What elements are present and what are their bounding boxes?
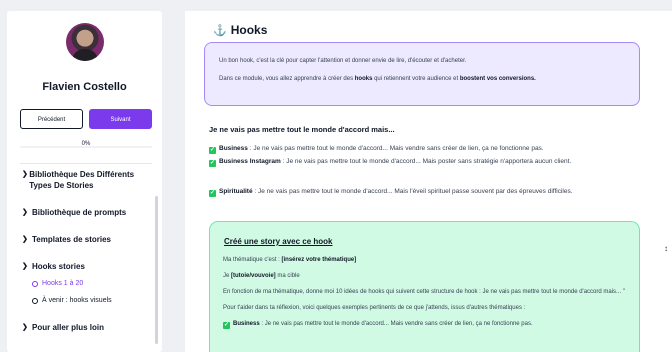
prompt-line-business: ✓ Business : Je ne vais pas mettre tout l…	[223, 321, 533, 329]
sidebar-scrollbar[interactable]	[155, 196, 158, 344]
story-prompt-callout: Créé une story avec ce hook Ma thématiqu…	[209, 221, 640, 352]
prompt-line-theme: Ma thématique c'est : [insérez votre thé…	[223, 257, 357, 263]
intro-paragraph-1: Un bon hook, c'est la clé pour capter l'…	[219, 58, 467, 64]
chevron-down-icon: ❯	[22, 209, 28, 216]
prompt-line-instructions: En fonction de ma thématique, donne moi …	[223, 289, 625, 295]
check-icon: ✓	[223, 322, 230, 329]
progress-text: 0%	[81, 141, 91, 147]
sidebar-item-templates[interactable]: ❯ Templates de stories	[22, 234, 111, 245]
prompt-line-examples: Pour t'aider dans ta réflexion, voici qu…	[223, 305, 526, 311]
sidebar-subitem-label: À venir : hooks visuels	[42, 297, 112, 304]
page-title: ⚓ Hooks	[213, 23, 267, 37]
list-item: ✓ Spiritualité : Je ne vais pas mettre to…	[209, 188, 573, 197]
intro-callout: Un bon hook, c'est la clé pour capter l'…	[204, 42, 640, 106]
previous-button[interactable]: Précédent	[20, 109, 83, 129]
chevron-down-icon: ❯	[22, 324, 28, 331]
story-title: Créé une story avec ce hook	[224, 237, 333, 246]
list-item: ✓ Business : Je ne vais pas mettre tout l…	[209, 145, 544, 154]
check-icon: ✓	[209, 147, 216, 154]
check-icon: ✓	[209, 190, 216, 197]
sidebar-item-label: Pour aller plus loin	[32, 323, 105, 332]
sidebar-item-label: Bibliothèque de prompts	[32, 208, 127, 217]
sidebar-subitem-hooks-visuels[interactable]: À venir : hooks visuels	[32, 297, 112, 304]
sidebar-item-bibliotheque-types[interactable]: ❯ Bibliothèque Des Différents Types De S…	[22, 169, 147, 191]
check-icon: ✓	[209, 160, 216, 167]
next-button[interactable]: Suivant	[89, 109, 152, 129]
sidebar-item-label: Templates de stories	[32, 235, 111, 244]
sidebar-item-label: Hooks stories	[32, 262, 85, 271]
page-title-text: Hooks	[230, 23, 268, 37]
sidebar-subitem-hooks-1-20[interactable]: Hooks 1 à 20	[32, 280, 83, 287]
chevron-down-icon: ❯	[22, 171, 28, 178]
prompt-line-tone: Je [tutoie/vouvoie] ma cible	[223, 273, 300, 279]
progress-bar: 0%	[20, 141, 152, 153]
chevron-down-icon: ❯	[22, 263, 28, 270]
avatar	[66, 23, 104, 61]
hook-icon: ⚓	[213, 24, 227, 37]
section-heading: Je ne vais pas mettre tout le monde d'ac…	[209, 125, 395, 134]
sidebar-divider	[20, 163, 152, 164]
profile-name: Flavien Costello	[42, 81, 127, 93]
intro-paragraph-2: Dans ce module, vous allez apprendre à c…	[219, 76, 536, 82]
lesson-content: ⚓ Hooks Un bon hook, c'est la clé pour c…	[185, 11, 672, 352]
sidebar-item-aller-plus-loin[interactable]: ❯ Pour aller plus loin	[22, 322, 104, 333]
course-sidebar: Flavien Costello Précédent Suivant 0% ❯ …	[7, 11, 162, 352]
sidebar-item-label: Bibliothèque Des Différents Types De Sto…	[29, 170, 135, 190]
sidebar-subitem-label: Hooks 1 à 20	[42, 280, 84, 287]
lesson-status-icon	[32, 280, 38, 287]
sidebar-item-hooks[interactable]: ❯ Hooks stories	[22, 261, 85, 272]
sidebar-item-bibliotheque-prompts[interactable]: ❯ Bibliothèque de prompts	[22, 207, 126, 218]
list-item: ✓ Business Instagram : Je ne vais pas met…	[209, 158, 572, 167]
lesson-status-icon	[32, 297, 38, 304]
resize-icon[interactable]: ↕	[664, 244, 668, 253]
chevron-down-icon: ❯	[22, 236, 28, 243]
